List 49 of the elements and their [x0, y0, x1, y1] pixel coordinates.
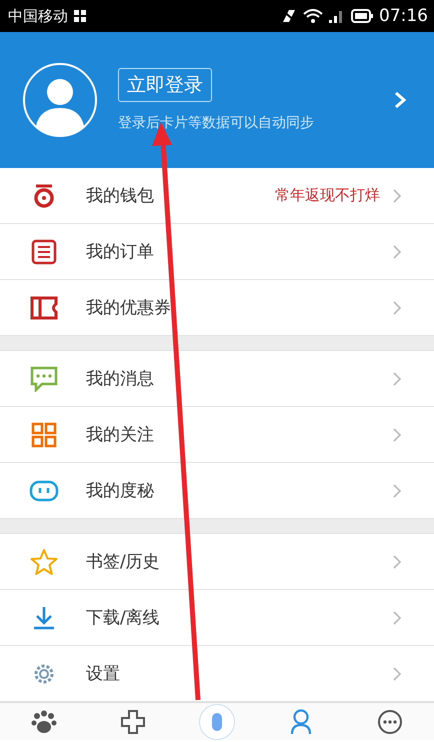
menu-label: 我的钱包 [86, 185, 154, 207]
ticket-icon [30, 296, 58, 320]
more-icon [376, 708, 403, 734]
muted-icon [281, 9, 297, 23]
robot-face-icon [29, 478, 59, 502]
avatar-icon [22, 62, 98, 138]
signal-icon [329, 9, 345, 23]
chevron-icon [392, 300, 402, 316]
sim-icon [74, 10, 86, 22]
promo-note: 常年返现不打烊 [275, 186, 380, 205]
menu-label: 我的优惠券 [86, 297, 171, 319]
cross-icon [120, 708, 146, 734]
chevron-icon [392, 554, 402, 570]
chevron-icon [392, 666, 402, 682]
person-icon [289, 708, 314, 734]
download-icon [31, 604, 57, 630]
menu-label: 我的度秘 [86, 480, 154, 502]
chevron-icon [392, 426, 402, 442]
microphone-icon [212, 712, 222, 730]
menu-label: 我的订单 [86, 241, 154, 263]
menu-label: 我的关注 [86, 424, 154, 446]
battery-icon [351, 9, 373, 23]
list-icon [31, 238, 57, 264]
menu-item[interactable]: 我的钱包 常年返现不打烊 [0, 168, 434, 224]
star-icon [30, 548, 58, 576]
wifi-icon [303, 8, 323, 24]
clock: 07:16 [379, 6, 428, 26]
menu-label: 书签/历史 [86, 551, 160, 573]
menu-item[interactable]: 下载/离线 [0, 590, 434, 646]
menu-item[interactable]: 我的关注 [0, 407, 434, 463]
menu-label: 下载/离线 [86, 607, 160, 629]
sync-hint: 登录后卡片等数据可以自动同步 [118, 114, 314, 132]
chevron-icon [392, 244, 402, 260]
chevron-icon [392, 188, 402, 204]
chevron-icon [392, 370, 402, 386]
login-button[interactable]: 立即登录 [118, 68, 212, 102]
menu-item[interactable]: 书签/历史 [0, 534, 434, 590]
chat-icon [30, 366, 58, 392]
chevron-icon [392, 610, 402, 626]
menu-item[interactable]: 我的订单 [0, 224, 434, 280]
menu-label: 设置 [86, 663, 120, 685]
menu-item[interactable]: 我的消息 [0, 351, 434, 407]
grid-icon [31, 422, 57, 448]
menu-label: 我的消息 [86, 368, 154, 390]
profile-header[interactable]: 立即登录 登录后卡片等数据可以自动同步 [0, 32, 434, 168]
chevron-icon [392, 482, 402, 498]
chevron-icon [394, 91, 406, 109]
paw-icon [31, 710, 58, 734]
carrier-name: 中国移动 [8, 6, 68, 26]
